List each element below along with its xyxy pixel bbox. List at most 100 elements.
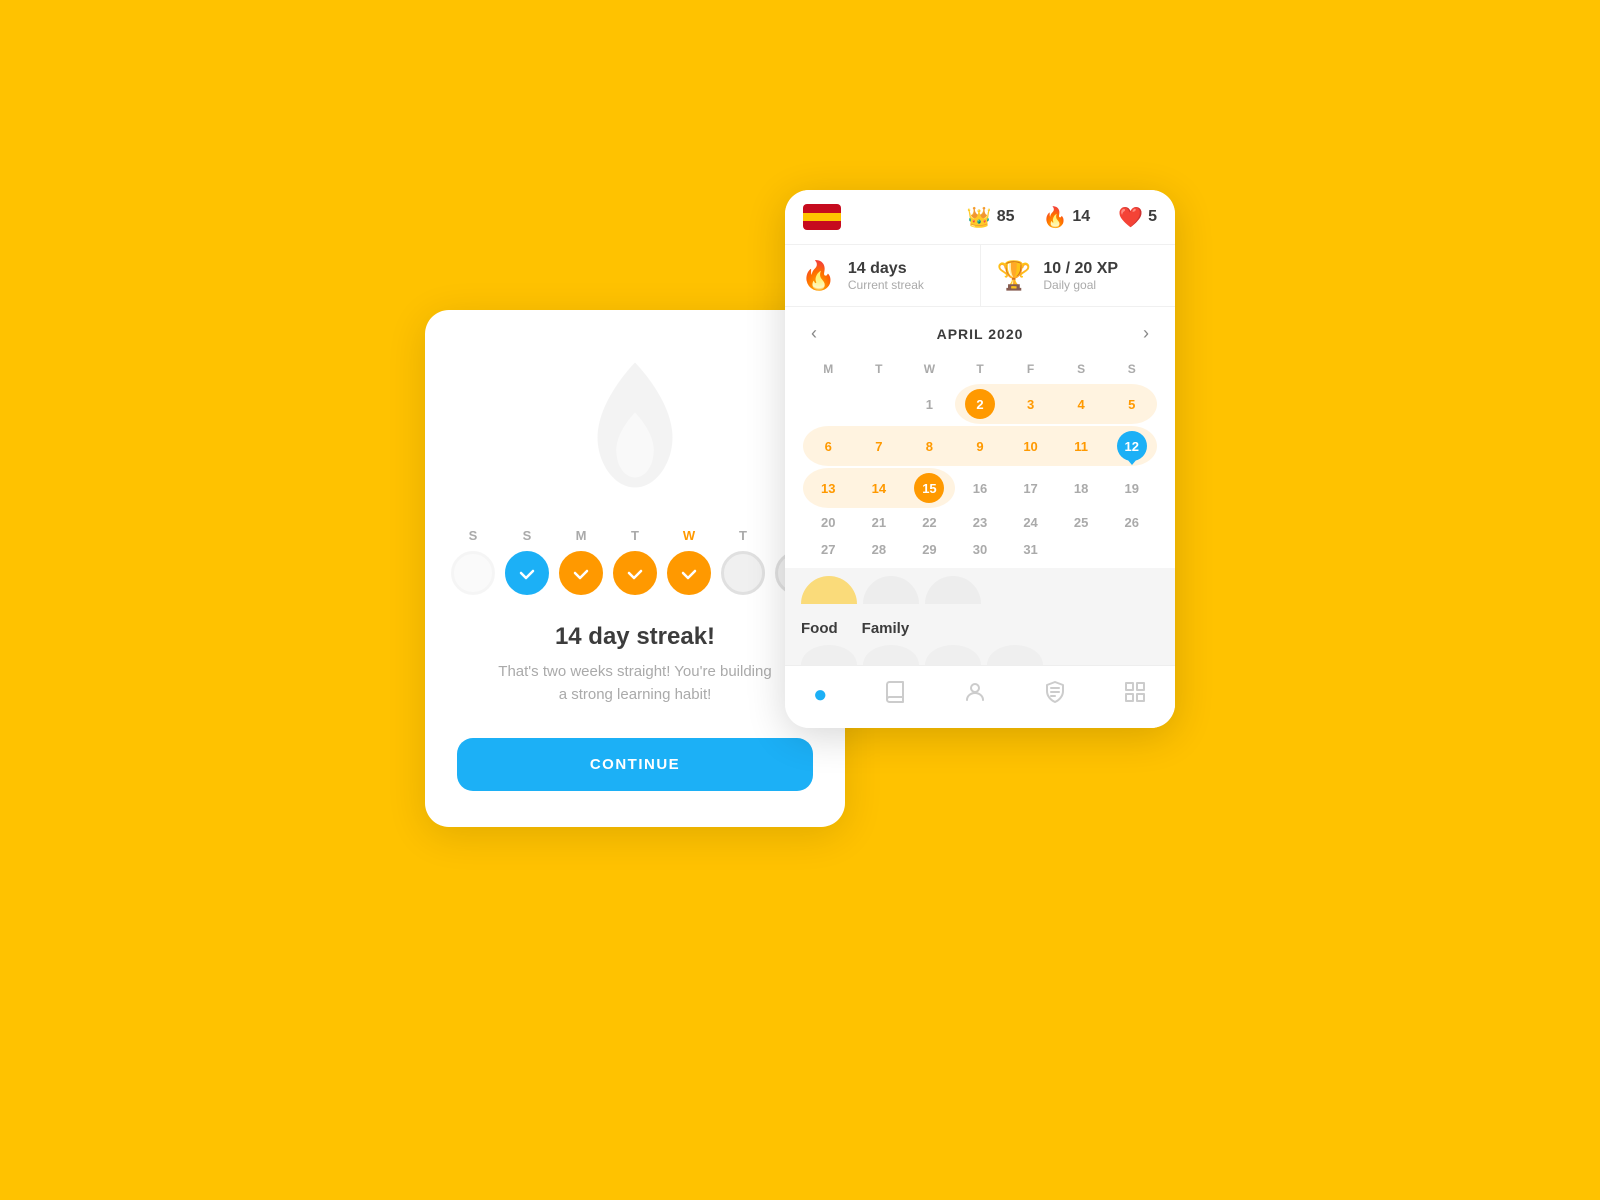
shop-icon (1123, 680, 1147, 710)
app-topbar: 👑 85 🔥 14 ❤️ 5 (785, 190, 1175, 245)
hearts-stat: ❤️ 5 (1118, 205, 1157, 230)
cal-cell-empty-4 (1106, 537, 1157, 562)
crown-value: 85 (997, 208, 1015, 226)
cal-hdr-w: W (904, 358, 955, 380)
cal-dot-12: 12 (1117, 431, 1147, 461)
cal-cell-16: 16 (955, 468, 1006, 508)
cal-cell-25: 25 (1056, 510, 1107, 535)
language-flag[interactable] (803, 204, 841, 230)
streak-title: 14 day streak! (555, 623, 715, 651)
goal-icon: 🏆 (997, 259, 1032, 292)
cal-cell-24: 24 (1005, 510, 1056, 535)
streak-card: S S M T W T F (425, 310, 845, 827)
day-circle-t2 (721, 551, 765, 595)
daily-goal-box: 🏆 10 / 20 XP Daily goal (981, 245, 1176, 306)
nav-shield[interactable] (1033, 676, 1077, 714)
partial-circle-1 (801, 576, 857, 604)
continue-button[interactable]: CONTINUE (457, 738, 813, 791)
cal-hdr-f: F (1005, 358, 1056, 380)
cal-week-2: 6 7 8 9 10 11 12 (803, 426, 1157, 466)
day-circle-s (505, 551, 549, 595)
cal-cell-3: 3 (1005, 384, 1056, 424)
cal-cell-29: 29 (904, 537, 955, 562)
day-label-s: S (505, 528, 549, 543)
cal-cell-1: 1 (904, 384, 955, 424)
circle-bottom-1 (801, 645, 857, 665)
cal-cell-26: 26 (1106, 510, 1157, 535)
nav-shop[interactable] (1113, 676, 1157, 714)
cal-cell-17: 17 (1005, 468, 1056, 508)
day-label-t: T (613, 528, 657, 543)
cal-hdr-t: T (854, 358, 905, 380)
cal-hdr-s2: S (1106, 358, 1157, 380)
goal-label: Daily goal (1043, 278, 1118, 292)
lesson-chips: Food Family (785, 608, 1175, 645)
streak-days-row (451, 551, 819, 595)
nav-profile[interactable] (953, 676, 997, 714)
streak-fire-icon: 🔥 (801, 259, 836, 292)
cal-cell-27: 27 (803, 537, 854, 562)
cal-week-5: 27 28 29 30 31 (803, 537, 1157, 562)
day-label-s1: S (451, 528, 495, 543)
cal-cell-13: 13 (803, 468, 854, 508)
calendar-month: APRIL 2020 (937, 326, 1024, 342)
lesson-food[interactable]: Food (801, 620, 838, 637)
app-bottom-section: Food Family ● (785, 568, 1175, 728)
nav-lessons[interactable] (873, 676, 917, 714)
circle-bottom-3 (925, 645, 981, 665)
cal-cell-9: 9 (955, 426, 1006, 466)
cal-cell-empty-2 (854, 384, 905, 424)
cal-dot-15: 15 (914, 473, 944, 503)
cal-cell-14: 14 (854, 468, 905, 508)
day-circle-m (559, 551, 603, 595)
cal-hdr-s: S (1056, 358, 1107, 380)
cal-cell-8: 8 (904, 426, 955, 466)
cal-cell-12: 12 (1106, 426, 1157, 466)
day-label-w: W (667, 528, 711, 543)
goal-value: 10 / 20 XP (1043, 260, 1118, 278)
lessons-icon (883, 680, 907, 710)
cal-cell-22: 22 (904, 510, 955, 535)
cal-hdr-m: M (803, 358, 854, 380)
nav-home[interactable]: ● (803, 677, 838, 713)
crown-stat: 👑 85 (967, 205, 1015, 230)
cal-dot-2: 2 (965, 389, 995, 419)
circle-bottom-2 (863, 645, 919, 665)
streak-subtitle: That's two weeks straight! You're buildi… (498, 661, 771, 706)
cal-cell-6: 6 (803, 426, 854, 466)
cal-cell-19: 19 (1106, 468, 1157, 508)
cal-week-3: 13 14 15 16 17 18 19 (803, 468, 1157, 508)
lesson-family[interactable]: Family (862, 620, 910, 637)
day-label-t2: T (721, 528, 765, 543)
calendar-section: ‹ APRIL 2020 › M T W T F S S (785, 307, 1175, 568)
cal-week-4: 20 21 22 23 24 25 26 (803, 510, 1157, 535)
cal-cell-4: 4 (1056, 384, 1107, 424)
streak-flame-icon (570, 350, 700, 500)
cal-cell-10: 10 (1005, 426, 1056, 466)
home-icon: ● (813, 681, 828, 709)
cal-cell-empty-3 (1056, 537, 1107, 562)
day-circle-w (667, 551, 711, 595)
cal-cell-11: 11 (1056, 426, 1107, 466)
cal-cell-7: 7 (854, 426, 905, 466)
streak-value: 14 days (848, 260, 924, 278)
cal-cell-18: 18 (1056, 468, 1107, 508)
cal-cell-21: 21 (854, 510, 905, 535)
cal-cell-5: 5 (1106, 384, 1157, 424)
profile-icon (963, 680, 987, 710)
cal-cell-20: 20 (803, 510, 854, 535)
cal-cell-2: 2 (955, 384, 1006, 424)
day-labels-row: S S M T W T F (451, 528, 819, 543)
calendar-next-button[interactable]: › (1135, 319, 1157, 348)
cal-cell-empty-1 (803, 384, 854, 424)
calendar-nav: ‹ APRIL 2020 › (803, 319, 1157, 348)
cal-cell-28: 28 (854, 537, 905, 562)
day-label-m: M (559, 528, 603, 543)
cal-cell-31: 31 (1005, 537, 1056, 562)
calendar-prev-button[interactable]: ‹ (803, 319, 825, 348)
cal-cell-30: 30 (955, 537, 1006, 562)
streak-goal-row: 🔥 14 days Current streak 🏆 10 / 20 XP Da… (785, 245, 1175, 307)
circle-bottom-4 (987, 645, 1043, 665)
cal-week-1: 1 2 3 4 5 (803, 384, 1157, 424)
cal-cell-15: 15 (904, 468, 955, 508)
